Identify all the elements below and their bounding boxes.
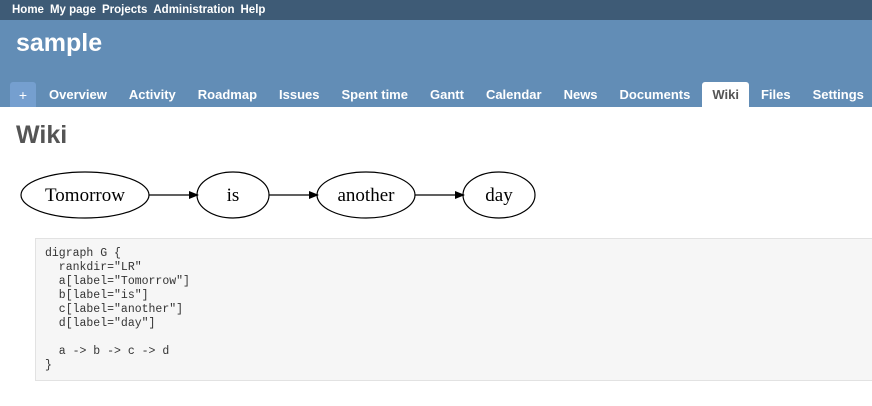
graph-node-label: Tomorrow <box>45 185 125 206</box>
graph-node-label: another <box>338 185 396 206</box>
top-menu-help[interactable]: Help <box>239 0 268 20</box>
tab-activity[interactable]: Activity <box>119 82 186 107</box>
tab-documents[interactable]: Documents <box>610 82 701 107</box>
top-menu-administration[interactable]: Administration <box>151 0 236 20</box>
tab-news[interactable]: News <box>554 82 608 107</box>
graph-node-label: is <box>227 185 240 206</box>
content-area: Wiki Tomorrow is another day digraph G {… <box>0 107 872 406</box>
tab-spent-time[interactable]: Spent time <box>332 82 418 107</box>
main-menu: + Overview Activity Roadmap Issues Spent… <box>10 82 872 107</box>
graph-node-label: day <box>485 185 513 206</box>
top-menu-projects[interactable]: Projects <box>100 0 149 20</box>
page-title: Wiki <box>16 121 68 149</box>
top-menu: Home My page Projects Administration Hel… <box>0 0 872 20</box>
tab-overview[interactable]: Overview <box>39 82 117 107</box>
code-block: digraph G { rankdir="LR" a[label="Tomorr… <box>35 238 872 381</box>
project-header: sample + Overview Activity Roadmap Issue… <box>0 20 872 107</box>
tab-settings[interactable]: Settings <box>803 82 872 107</box>
tab-files[interactable]: Files <box>751 82 801 107</box>
top-menu-my-page[interactable]: My page <box>48 0 98 20</box>
new-object-button[interactable]: + <box>10 82 36 107</box>
tab-calendar[interactable]: Calendar <box>476 82 552 107</box>
tab-issues[interactable]: Issues <box>269 82 329 107</box>
graph-diagram: Tomorrow is another day <box>20 171 536 219</box>
top-menu-home[interactable]: Home <box>10 0 46 20</box>
tab-wiki[interactable]: Wiki <box>702 82 749 107</box>
tab-roadmap[interactable]: Roadmap <box>188 82 267 107</box>
project-title: sample <box>16 29 103 57</box>
tab-gantt[interactable]: Gantt <box>420 82 474 107</box>
